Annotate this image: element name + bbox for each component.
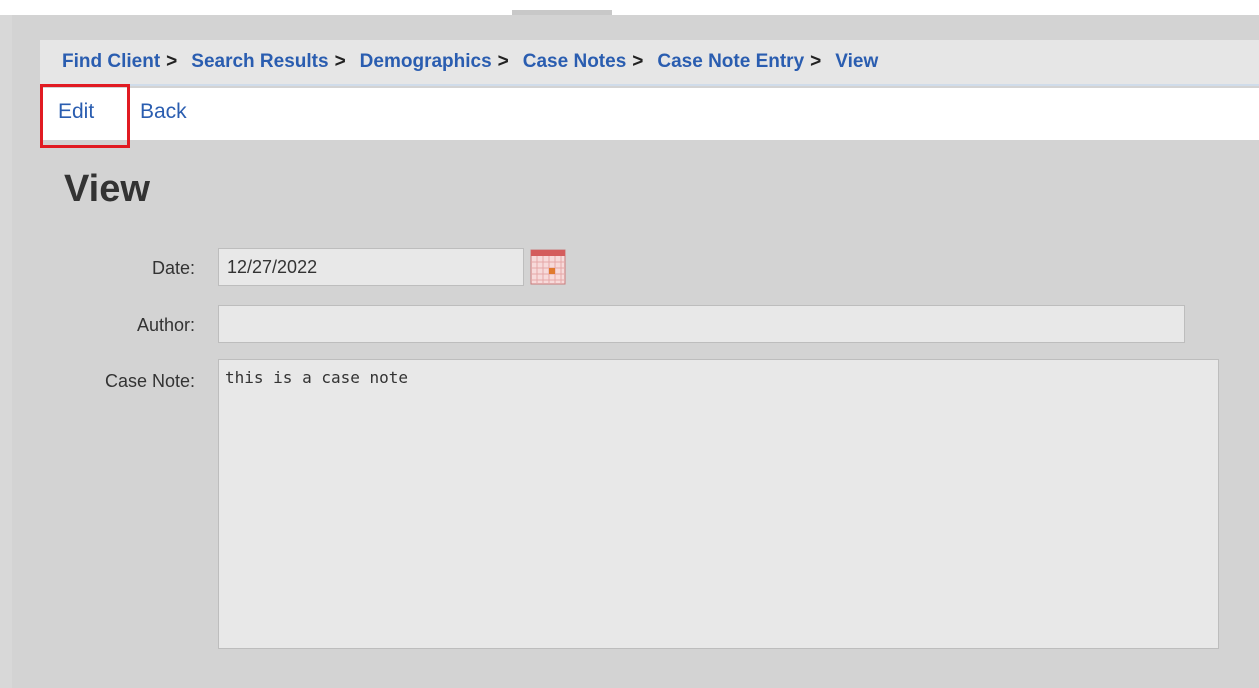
case-note-label: Case Note: [104,371,195,391]
case-note-textarea[interactable]: this is a case note [218,359,1219,649]
action-bar: Edit Back [40,88,1259,140]
author-label: Author: [136,315,195,335]
breadcrumb-demographics[interactable]: Demographics [360,51,492,73]
breadcrumb-separator: > [497,51,509,72]
date-label: Date: [151,258,195,278]
breadcrumb-case-note-entry[interactable]: Case Note Entry [657,51,804,73]
panel-left-edge [0,15,12,688]
top-strip [0,0,1259,10]
edit-highlight-box [40,84,130,148]
date-field[interactable] [218,248,524,286]
breadcrumb-case-notes[interactable]: Case Notes [523,51,627,73]
breadcrumb-view[interactable]: View [835,51,878,73]
breadcrumb-separator: > [166,51,178,72]
back-link[interactable]: Back [140,100,187,124]
page-title: View [64,168,150,210]
breadcrumb-find-client[interactable]: Find Client [62,51,160,73]
author-field[interactable] [218,305,1185,343]
breadcrumb-separator: > [632,51,644,72]
breadcrumb: Find Client > Search Results > Demograph… [40,40,1259,86]
breadcrumb-separator: > [334,51,346,72]
calendar-icon[interactable] [530,248,566,286]
breadcrumb-separator: > [810,51,822,72]
breadcrumb-search-results[interactable]: Search Results [191,51,328,73]
